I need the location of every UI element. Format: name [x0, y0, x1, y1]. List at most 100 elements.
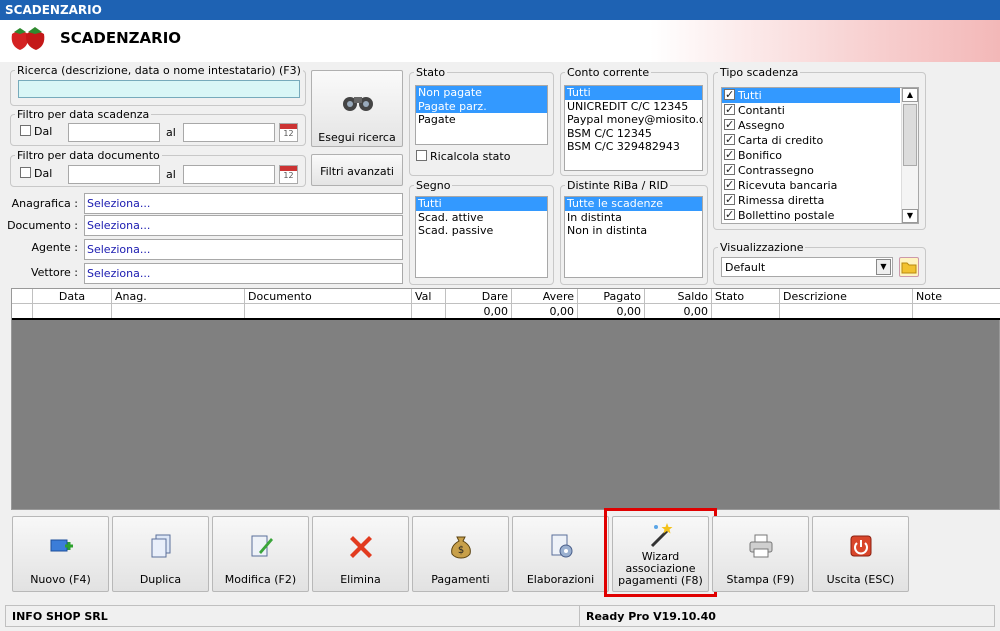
list-item[interactable]: Contanti — [722, 102, 918, 118]
exit-button-label: Uscita (ESC) — [826, 573, 895, 586]
grid-header-indicator — [12, 289, 33, 304]
calendar-icon[interactable]: 12 — [279, 123, 298, 142]
list-item[interactable]: UNICREDIT C/C 12345 — [565, 100, 702, 114]
processing-button[interactable]: Elaborazioni — [512, 516, 609, 592]
grid-total-divider — [12, 318, 1000, 320]
scrollbar[interactable]: ▲ ▼ — [901, 88, 918, 223]
svg-text:$: $ — [458, 545, 464, 556]
scadenza-from-input[interactable] — [68, 123, 160, 142]
duplicate-button[interactable]: Duplica — [112, 516, 209, 592]
scroll-down-icon[interactable]: ▼ — [902, 209, 918, 223]
new-button[interactable]: Nuovo (F4) — [12, 516, 109, 592]
scroll-thumb[interactable] — [903, 104, 917, 166]
stato-list[interactable]: Non pagate Pagate parz. Pagate — [415, 85, 548, 145]
new-button-label: Nuovo (F4) — [30, 573, 91, 586]
grid-header-avere[interactable]: Avere — [512, 289, 578, 304]
checkbox[interactable] — [416, 150, 427, 161]
grid-total-documento — [245, 304, 412, 319]
list-item[interactable]: Pagate parz. — [416, 99, 547, 113]
chevron-down-icon[interactable]: ▼ — [876, 259, 891, 275]
grid-header-anag[interactable]: Anag. — [112, 289, 245, 304]
list-item[interactable]: Non in distinta — [565, 224, 702, 238]
grid-header-pagato[interactable]: Pagato — [578, 289, 645, 304]
payments-button[interactable]: $ Pagamenti — [412, 516, 509, 592]
documento-to-input[interactable] — [183, 165, 275, 184]
search-button[interactable]: Esegui ricerca — [311, 70, 403, 147]
visualizzazione-select[interactable]: Default ▼ — [721, 257, 893, 277]
ricalcola-checkbox[interactable]: Ricalcola stato — [416, 150, 510, 163]
grid-header-data[interactable]: Data — [33, 289, 112, 304]
tipo-list[interactable]: Tutti Contanti Assegno Carta di credito … — [721, 87, 919, 224]
filter-scadenza-legend: Filtro per data scadenza — [17, 108, 150, 121]
ricalcola-label: Ricalcola stato — [430, 150, 511, 163]
delete-button[interactable]: Elimina — [312, 516, 409, 592]
grid-header-descrizione[interactable]: Descrizione — [780, 289, 913, 304]
highlight-frame — [604, 508, 717, 597]
scadenza-to-input[interactable] — [183, 123, 275, 142]
duplicate-icon — [151, 534, 171, 558]
vettore-label: Vettore : — [30, 266, 78, 279]
grid-total-stato — [712, 304, 780, 319]
conto-list[interactable]: Tutti UNICREDIT C/C 12345 Paypal money@m… — [564, 85, 703, 171]
stato-legend: Stato — [416, 66, 446, 79]
list-item[interactable]: Scad. attive — [416, 211, 547, 225]
documento-field[interactable]: Seleziona... — [84, 215, 403, 236]
filter-scadenza-dal[interactable]: Dal — [20, 125, 52, 138]
search-button-label: Esegui ricerca — [318, 131, 396, 144]
printer-icon — [749, 534, 773, 558]
folder-icon[interactable] — [899, 257, 919, 277]
filter-documento-dal[interactable]: Dal — [20, 167, 52, 180]
list-item[interactable]: Contrassegno — [722, 162, 918, 178]
list-item[interactable]: Tutte le scadenze — [565, 197, 702, 211]
dal-checkbox[interactable] — [20, 125, 31, 136]
advanced-filters-button[interactable]: Filtri avanzati — [311, 154, 403, 186]
list-item[interactable]: Tutti — [416, 197, 547, 211]
grid-header-note[interactable]: Note — [913, 289, 1000, 304]
list-item[interactable]: BSM C/C 12345 — [565, 127, 702, 141]
new-record-icon — [50, 539, 73, 552]
grid-header-stato[interactable]: Stato — [712, 289, 780, 304]
grid-header-val[interactable]: Val — [412, 289, 446, 304]
distinte-list[interactable]: Tutte le scadenze In distinta Non in dis… — [564, 196, 703, 278]
scroll-up-icon[interactable]: ▲ — [902, 88, 918, 102]
list-item[interactable]: Bollettino postale — [722, 207, 918, 223]
grid-header-saldo[interactable]: Saldo — [645, 289, 712, 304]
list-item[interactable]: Non pagate — [416, 86, 547, 100]
list-item[interactable]: Tutti — [722, 88, 900, 103]
anagrafica-field[interactable]: Seleziona... — [84, 193, 403, 214]
segno-list[interactable]: Tutti Scad. attive Scad. passive — [415, 196, 548, 278]
data-grid[interactable] — [11, 288, 1000, 510]
agente-field[interactable]: Seleziona... — [84, 239, 403, 260]
window-title: SCADENZARIO — [5, 3, 102, 17]
document-gear-icon — [551, 534, 573, 558]
list-item[interactable]: Scad. passive — [416, 224, 547, 238]
documento-label: Documento : — [7, 219, 78, 232]
list-item[interactable]: Ricevuta bancaria — [722, 177, 918, 193]
print-button-label: Stampa (F9) — [726, 573, 795, 586]
filter-documento-legend: Filtro per data documento — [17, 149, 160, 162]
list-item[interactable]: Paypal money@miosito.com — [565, 113, 702, 127]
grid-header-dare[interactable]: Dare — [446, 289, 512, 304]
search-input[interactable] — [18, 80, 300, 98]
edit-button-label: Modifica (F2) — [224, 573, 297, 586]
list-item[interactable]: Bonifico — [722, 147, 918, 163]
grid-total-indicator — [12, 304, 33, 319]
edit-button[interactable]: Modifica (F2) — [212, 516, 309, 592]
status-company: INFO SHOP SRL — [5, 605, 580, 627]
list-item[interactable]: Assegno — [722, 117, 918, 133]
list-item[interactable]: Rimessa diretta — [722, 192, 918, 208]
exit-button[interactable]: Uscita (ESC) — [812, 516, 909, 592]
vettore-field[interactable]: Seleziona... — [84, 263, 403, 284]
power-icon — [850, 535, 872, 557]
status-version: Ready Pro V19.10.40 — [579, 605, 995, 627]
print-button[interactable]: Stampa (F9) — [712, 516, 809, 592]
list-item[interactable]: Tutti — [565, 86, 702, 100]
list-item[interactable]: BSM C/C 329482943 — [565, 140, 702, 154]
documento-from-input[interactable] — [68, 165, 160, 184]
list-item[interactable]: Pagate — [416, 113, 547, 127]
calendar-icon[interactable]: 12 — [279, 165, 298, 184]
grid-header-documento[interactable]: Documento — [245, 289, 412, 304]
list-item[interactable]: Carta di credito — [722, 132, 918, 148]
list-item[interactable]: In distinta — [565, 211, 702, 225]
dal-checkbox[interactable] — [20, 167, 31, 178]
